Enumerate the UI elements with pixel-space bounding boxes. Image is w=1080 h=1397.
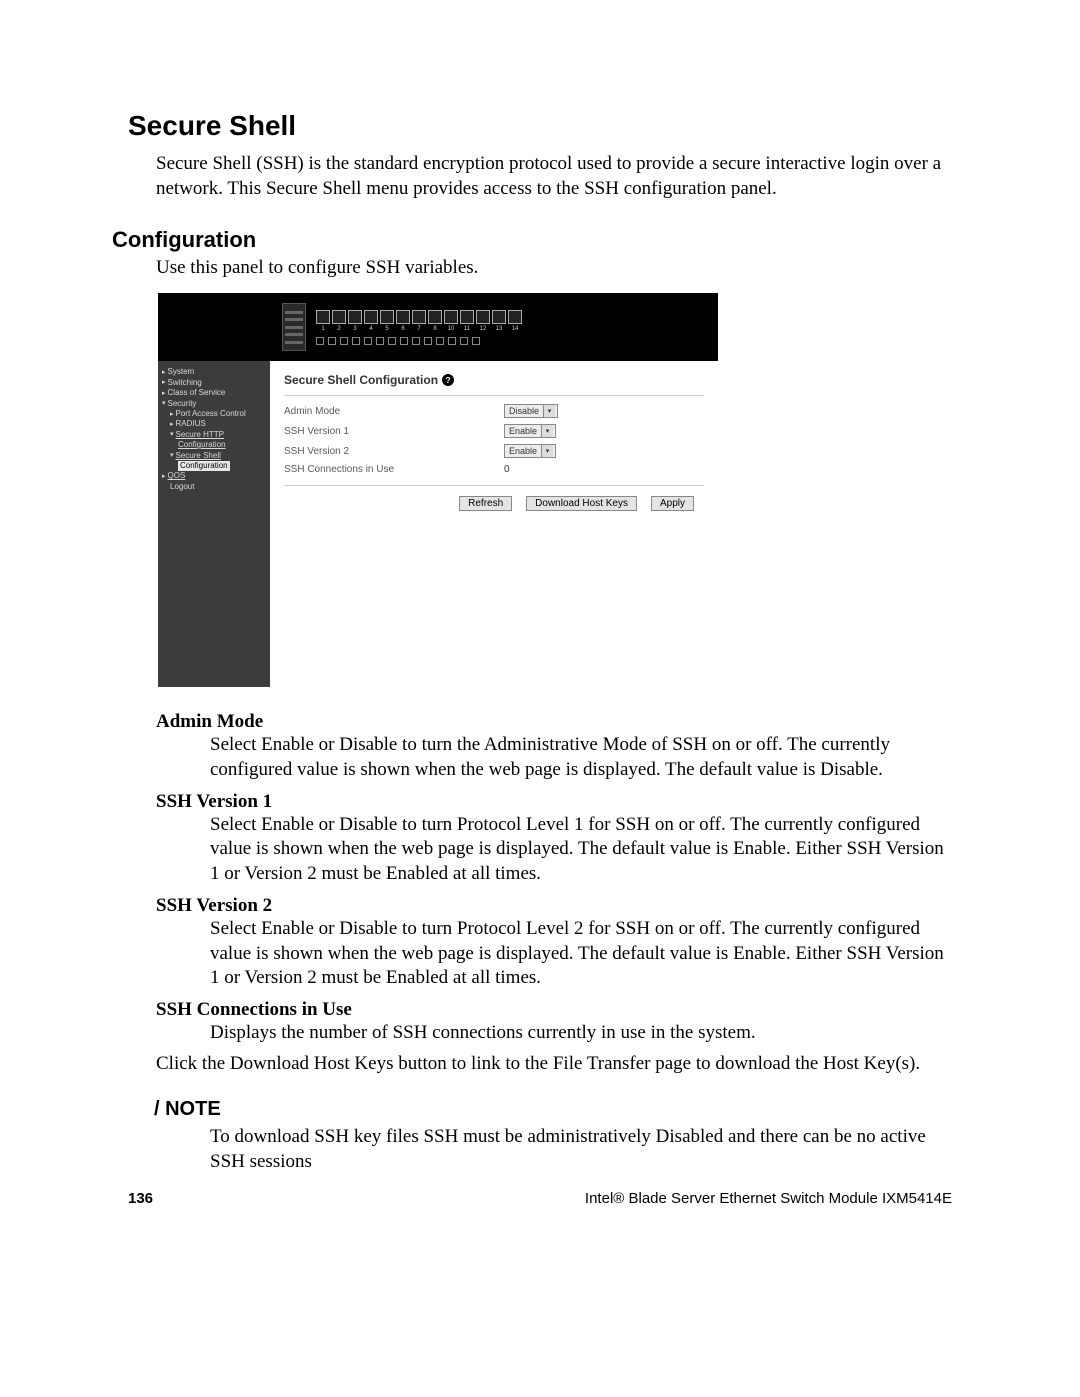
nav-system[interactable]: ▸System [162, 367, 266, 377]
config-screenshot: 123456781011121314 ▸System ▸Switching ▸C… [158, 293, 718, 687]
def-term-ssh-conn: SSH Connections in Use [156, 999, 952, 1021]
nav-secure-http[interactable]: ▾Secure HTTP [162, 430, 266, 440]
nav-class-of-service[interactable]: ▸Class of Service [162, 388, 266, 398]
nav-security[interactable]: ▾Security [162, 399, 266, 409]
def-term-admin-mode: Admin Mode [156, 711, 952, 733]
chevron-down-icon: ▾ [543, 405, 555, 417]
admin-mode-select[interactable]: Disable ▾ [504, 404, 558, 418]
nav-secure-shell-config[interactable]: Configuration [162, 461, 266, 471]
def-desc-ssh-v1: Select Enable or Disable to turn Protoco… [210, 813, 952, 887]
nav-secure-shell[interactable]: ▾Secure Shell [162, 451, 266, 461]
panel-title: Secure Shell Configuration ? [284, 373, 704, 396]
ssh-v2-select[interactable]: Enable ▾ [504, 444, 556, 458]
refresh-button[interactable]: Refresh [459, 496, 512, 511]
nav-port-access-control[interactable]: ▸Port Access Control [162, 409, 266, 419]
arrow-icon: ▸ [170, 420, 174, 429]
download-keys-line: Click the Download Host Keys button to l… [156, 1052, 952, 1077]
page-number: 136 [128, 1190, 153, 1207]
arrow-down-icon: ▾ [170, 451, 174, 460]
def-desc-ssh-conn: Displays the number of SSH connections c… [210, 1021, 952, 1046]
ssh-v2-label: SSH Version 2 [284, 446, 504, 457]
help-icon[interactable]: ? [442, 374, 454, 386]
section-heading: Configuration [112, 227, 952, 253]
arrow-icon: ▸ [162, 472, 166, 481]
def-desc-ssh-v2: Select Enable or Disable to turn Protoco… [210, 917, 952, 991]
admin-mode-label: Admin Mode [284, 406, 504, 417]
nav-secure-http-config[interactable]: Configuration [162, 440, 266, 450]
page-heading: Secure Shell [128, 110, 952, 142]
intro-text: Secure Shell (SSH) is the standard encry… [156, 152, 952, 201]
arrow-down-icon: ▾ [162, 399, 166, 408]
download-host-keys-button[interactable]: Download Host Keys [526, 496, 637, 511]
chevron-down-icon: ▾ [541, 445, 553, 457]
nav-switching[interactable]: ▸Switching [162, 378, 266, 388]
arrow-icon: ▸ [162, 378, 166, 387]
apply-button[interactable]: Apply [651, 496, 694, 511]
ssh-conn-value: 0 [504, 464, 510, 475]
config-panel: Secure Shell Configuration ? Admin Mode … [270, 361, 718, 687]
ssh-v1-label: SSH Version 1 [284, 426, 504, 437]
note-body: To download SSH key files SSH must be ad… [210, 1125, 952, 1174]
page-footer: 136 Intel® Blade Server Ethernet Switch … [128, 1190, 952, 1207]
def-desc-admin-mode: Select Enable or Disable to turn the Adm… [210, 733, 952, 782]
config-intro: Use this panel to configure SSH variable… [156, 257, 952, 279]
ssh-v1-select[interactable]: Enable ▾ [504, 424, 556, 438]
nav-logout[interactable]: Logout [162, 482, 266, 492]
ssh-conn-label: SSH Connections in Use [284, 464, 504, 475]
nav-radius[interactable]: ▸RADIUS [162, 419, 266, 429]
arrow-icon: ▸ [162, 389, 166, 398]
arrow-icon: ▸ [170, 410, 174, 419]
def-term-ssh-v2: SSH Version 2 [156, 895, 952, 917]
chevron-down-icon: ▾ [541, 425, 553, 437]
arrow-icon: ▸ [162, 368, 166, 377]
device-icon [282, 303, 306, 351]
doc-title: Intel® Blade Server Ethernet Switch Modu… [585, 1190, 952, 1207]
arrow-down-icon: ▾ [170, 430, 174, 439]
sidebar-nav: ▸System ▸Switching ▸Class of Service ▾Se… [158, 361, 270, 687]
note-heading: / NOTE [154, 1098, 952, 1121]
device-header: 123456781011121314 [158, 293, 718, 361]
nav-qos[interactable]: ▸QOS [162, 471, 266, 481]
def-term-ssh-v1: SSH Version 1 [156, 791, 952, 813]
port-grid: 123456781011121314 [316, 310, 522, 345]
